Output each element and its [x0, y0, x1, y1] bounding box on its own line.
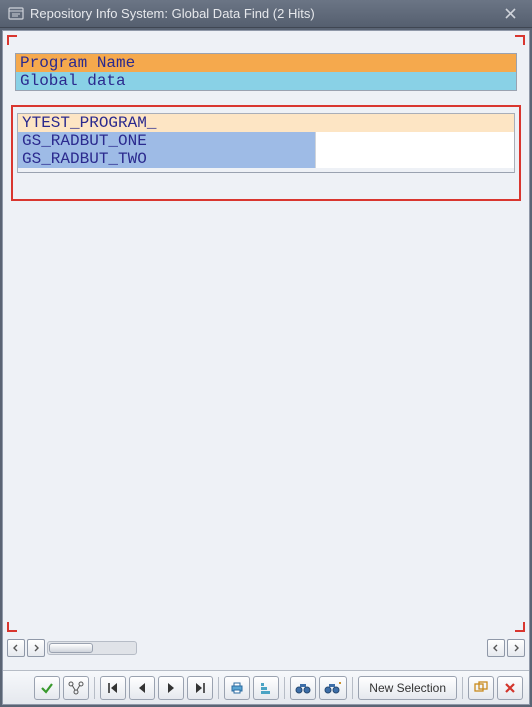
- first-page-button[interactable]: [100, 676, 126, 700]
- prev-page-button[interactable]: [129, 676, 155, 700]
- data-name-cell: GS_RADBUT_ONE: [18, 132, 316, 150]
- data-row[interactable]: GS_RADBUT_ONE: [18, 132, 514, 150]
- cancel-button[interactable]: [497, 676, 523, 700]
- header-program-name: Program Name: [16, 54, 516, 72]
- new-selection-button[interactable]: New Selection: [358, 676, 457, 700]
- selection-corner: [515, 35, 525, 45]
- header-global-data: Global data: [16, 72, 516, 90]
- hierarchy-icon: [68, 681, 84, 695]
- toolbar-separator: [284, 677, 285, 699]
- close-button[interactable]: [502, 4, 524, 24]
- data-empty-cell: [316, 150, 514, 168]
- data-row[interactable]: GS_RADBUT_TWO: [18, 150, 514, 168]
- accept-button[interactable]: [34, 676, 60, 700]
- bottom-toolbar: New Selection: [3, 670, 529, 704]
- last-icon: [193, 682, 207, 694]
- next-icon: [165, 682, 177, 694]
- program-row[interactable]: YTEST_PROGRAM_: [18, 114, 514, 132]
- hscroll-thumb[interactable]: [49, 643, 93, 653]
- check-icon: [40, 681, 54, 695]
- highlight-frame: YTEST_PROGRAM_ GS_RADBUT_ONE GS_RADBUT_T…: [11, 105, 521, 201]
- cancel-icon: [504, 682, 516, 694]
- client-area: Program Name Global data YTEST_PROGRAM_ …: [2, 30, 530, 705]
- where-used-button[interactable]: [63, 676, 89, 700]
- window-title: Repository Info System: Global Data Find…: [30, 6, 502, 21]
- first-icon: [106, 682, 120, 694]
- find-next-button[interactable]: [319, 676, 347, 700]
- horizontal-scroll-area: [7, 635, 525, 661]
- app-icon: [8, 6, 24, 22]
- toolbar-separator: [462, 677, 463, 699]
- result-list: YTEST_PROGRAM_ GS_RADBUT_ONE GS_RADBUT_T…: [17, 113, 515, 173]
- content-canvas: Program Name Global data YTEST_PROGRAM_ …: [3, 31, 529, 670]
- find-button[interactable]: [290, 676, 316, 700]
- list-separator: [18, 172, 514, 173]
- column-header-block: Program Name Global data: [15, 53, 517, 91]
- scroll-left-button-2[interactable]: [487, 639, 505, 657]
- binoculars-plus-icon: [324, 681, 342, 695]
- print-icon: [230, 681, 244, 695]
- scroll-right-button[interactable]: [27, 639, 45, 657]
- print-button[interactable]: [224, 676, 250, 700]
- next-page-button[interactable]: [158, 676, 184, 700]
- prev-icon: [136, 682, 148, 694]
- scroll-left-button[interactable]: [7, 639, 25, 657]
- toolbar-separator: [94, 677, 95, 699]
- overlap-windows-icon: [473, 681, 489, 695]
- selection-corner: [7, 35, 17, 45]
- last-page-button[interactable]: [187, 676, 213, 700]
- hscroll-track[interactable]: [47, 641, 137, 655]
- selection-corner: [515, 622, 525, 632]
- titlebar[interactable]: Repository Info System: Global Data Find…: [0, 0, 532, 28]
- sort-button[interactable]: [253, 676, 279, 700]
- sort-icon: [259, 681, 273, 695]
- new-selection-label: New Selection: [369, 681, 446, 695]
- toolbar-separator: [352, 677, 353, 699]
- data-empty-cell: [316, 132, 514, 150]
- scroll-right-button-2[interactable]: [507, 639, 525, 657]
- dialog-window: Repository Info System: Global Data Find…: [0, 0, 532, 707]
- selection-corner: [7, 622, 17, 632]
- toolbar-separator: [218, 677, 219, 699]
- data-name-cell: GS_RADBUT_TWO: [18, 150, 316, 168]
- copy-button[interactable]: [468, 676, 494, 700]
- binoculars-icon: [295, 681, 311, 695]
